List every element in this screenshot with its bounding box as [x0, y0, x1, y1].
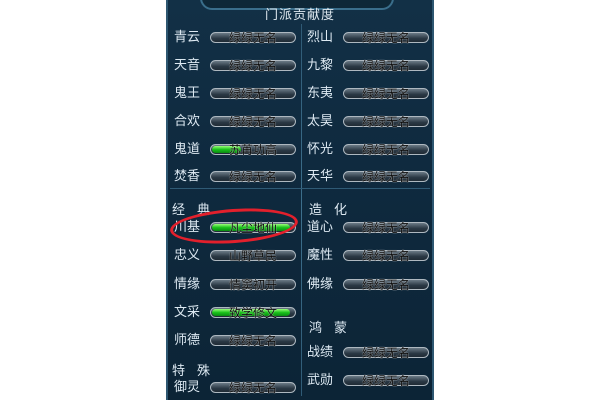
- section-zaohua: 造化: [309, 203, 360, 218]
- attribute-name: 文采: [174, 305, 201, 320]
- faction-name: 天华: [307, 169, 334, 184]
- rank-text: 绿绿无名: [361, 278, 410, 292]
- section-hongmeng: 鸿蒙: [309, 321, 360, 336]
- rank-text: 绿绿无名: [361, 346, 410, 360]
- rank-text: 绿绿无名: [361, 374, 410, 388]
- rank-text: 绿绿无名: [361, 249, 410, 263]
- attribute-name: 师德: [174, 333, 201, 348]
- faction-name: 怀光: [307, 142, 334, 157]
- attribute-name: 忠义: [174, 248, 201, 263]
- rank-text: 绿绿无名: [361, 115, 410, 129]
- attribute-name: 佛缘: [307, 277, 334, 292]
- faction-name: 青云: [174, 30, 201, 45]
- rank-text: 绿绿无名: [361, 170, 410, 184]
- rank-text: 致学修文: [228, 306, 277, 320]
- column-divider: [301, 24, 302, 396]
- rank-text: 绿绿无名: [361, 59, 410, 73]
- panel-title: 门派贡献度: [264, 8, 335, 23]
- attribute-name: 战绩: [307, 345, 334, 360]
- rank-text: 山野草民: [228, 249, 277, 263]
- attribute-name: 武勋: [307, 373, 334, 388]
- rank-text: 苏苒功高: [228, 143, 277, 157]
- faction-name: 鬼道: [174, 142, 201, 157]
- rank-text: 绿绿无名: [361, 143, 410, 157]
- rank-text: 绿绿无名: [228, 87, 277, 101]
- rank-text: 情窦初开: [228, 278, 277, 292]
- rank-text: 绿绿无名: [228, 334, 277, 348]
- attribute-name: 御灵: [174, 380, 201, 395]
- faction-name: 鬼王: [174, 86, 201, 101]
- attribute-name: 情缘: [174, 277, 201, 292]
- rank-text: 绿绿无名: [228, 31, 277, 45]
- attribute-name: 道心: [307, 220, 334, 235]
- section-teshu: 特殊: [172, 364, 223, 379]
- rank-text: 绿绿无名: [361, 31, 410, 45]
- faction-name: 烈山: [307, 30, 334, 45]
- rank-text: 绿绿无名: [228, 170, 277, 184]
- faction-name: 东夷: [307, 86, 334, 101]
- rank-text: 绿绿无名: [361, 87, 410, 101]
- rank-text: 绿绿无名: [228, 381, 277, 395]
- attribute-name: 魔性: [307, 248, 334, 263]
- section-divider: [170, 188, 430, 189]
- rank-text: 绿绿无名: [228, 115, 277, 129]
- rank-text: 绿绿无名: [228, 59, 277, 73]
- faction-name: 太昊: [307, 114, 334, 129]
- faction-name: 九黎: [307, 58, 334, 73]
- faction-name: 天音: [174, 58, 201, 73]
- faction-name: 合欢: [174, 114, 201, 129]
- faction-name: 焚香: [174, 169, 201, 184]
- rank-text: 绿绿无名: [361, 221, 410, 235]
